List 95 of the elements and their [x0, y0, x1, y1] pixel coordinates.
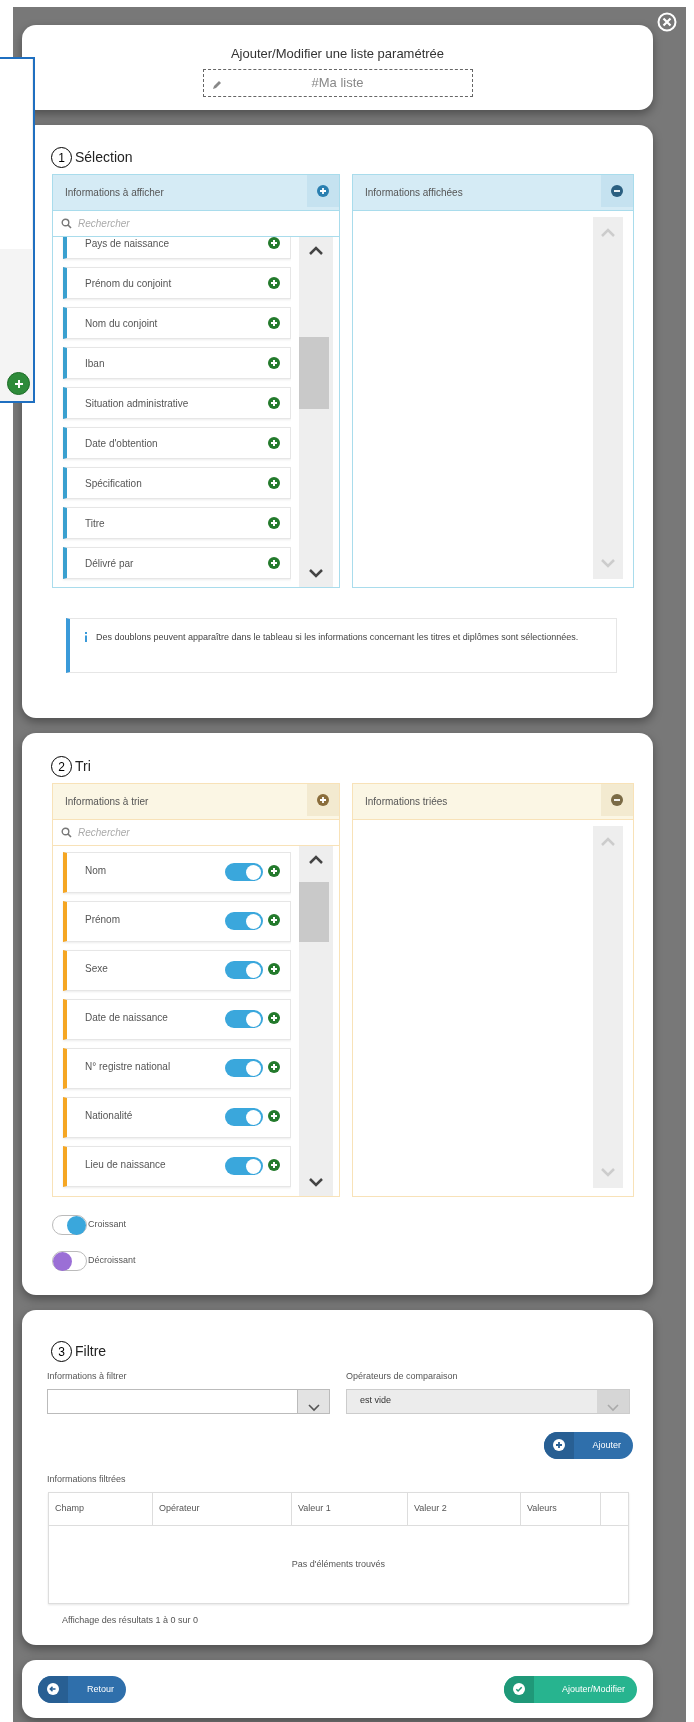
search-icon: [61, 827, 72, 838]
add-button[interactable]: Ajouter: [544, 1431, 633, 1459]
add-icon[interactable]: [268, 397, 280, 409]
list-item[interactable]: Date d'obtention: [63, 427, 291, 459]
remove-all-button[interactable]: [601, 784, 633, 816]
add-icon[interactable]: [268, 1061, 280, 1073]
add-icon[interactable]: [268, 357, 280, 369]
add-icon[interactable]: [268, 1159, 280, 1171]
info-icon: [84, 632, 88, 642]
search-field[interactable]: Rechercher: [78, 211, 338, 236]
chevron-up-icon[interactable]: [308, 245, 324, 257]
add-icon[interactable]: [268, 865, 280, 877]
add-icon[interactable]: [268, 1012, 280, 1024]
scrollbar-thumb[interactable]: [299, 337, 329, 409]
check-icon: [513, 1683, 525, 1695]
sort-toggle[interactable]: [225, 863, 263, 881]
close-icon[interactable]: [657, 12, 677, 32]
plus-icon: [317, 185, 329, 197]
add-all-button[interactable]: [307, 784, 339, 816]
sort-toggle[interactable]: [225, 1010, 263, 1028]
add-icon[interactable]: [268, 437, 280, 449]
list-item[interactable]: Prénom: [63, 901, 291, 942]
panel-title: Informations triées: [365, 795, 448, 809]
sort-toggle[interactable]: [225, 961, 263, 979]
list-item[interactable]: Titre: [63, 507, 291, 539]
column-header[interactable]: Opérateur: [153, 1493, 292, 1525]
search-icon: [61, 218, 72, 229]
search-field[interactable]: Rechercher: [78, 820, 338, 845]
select-field[interactable]: [47, 1388, 330, 1414]
back-button[interactable]: Retour: [38, 1675, 126, 1703]
plus-icon: [13, 378, 24, 389]
remove-all-button[interactable]: [601, 175, 633, 207]
add-icon[interactable]: [268, 517, 280, 529]
plus-icon: [553, 1439, 565, 1451]
minus-icon: [611, 185, 623, 197]
name-field[interactable]: #Ma liste: [202, 68, 473, 97]
chevron-up-icon[interactable]: [308, 854, 324, 866]
chevron-down-icon[interactable]: [308, 1176, 324, 1188]
list-item[interactable]: Sexe: [63, 950, 291, 991]
scrollbar[interactable]: [299, 846, 333, 1196]
chevron-down-icon[interactable]: [308, 567, 324, 579]
add-icon[interactable]: [268, 317, 280, 329]
pencil-icon: [211, 79, 222, 90]
info-text: Des doublons peuvent apparaître dans le tableau si les informations concernant les titres et diplômes sont sélectionnées.: [96, 631, 580, 644]
list-item[interactable]: Nationalité: [63, 1097, 291, 1138]
section-title: Tri: [75, 757, 91, 776]
sort-toggle[interactable]: [225, 912, 263, 930]
list-item[interactable]: Iban: [63, 347, 291, 379]
table-label: Informations filtrées: [47, 1472, 127, 1486]
order-toggle[interactable]: [52, 1251, 87, 1271]
add-icon[interactable]: [268, 914, 280, 926]
list-item[interactable]: Pays de naissance: [63, 237, 291, 259]
section-title: Sélection: [75, 148, 133, 167]
list-item[interactable]: Situation administrative: [63, 387, 291, 419]
list-item[interactable]: Délivré par: [63, 547, 291, 579]
chevron-down-icon: [307, 1403, 320, 1412]
list-item[interactable]: Nom: [63, 852, 291, 893]
sort-toggle[interactable]: [225, 1108, 263, 1126]
results-summary: Affichage des résultats 1 à 0 sur 0: [62, 1614, 199, 1627]
add-icon[interactable]: [268, 963, 280, 975]
add-icon[interactable]: [268, 277, 280, 289]
panel-title: Informations à trier: [65, 795, 149, 809]
panel-title: Informations affichées: [365, 186, 463, 200]
add-icon[interactable]: [268, 477, 280, 489]
add-all-button[interactable]: [307, 175, 339, 207]
order-toggle[interactable]: [52, 1215, 87, 1235]
plus-icon: [317, 794, 329, 806]
list-item[interactable]: Nom du conjoint: [63, 307, 291, 339]
field-label: Informations à filtrer: [47, 1370, 128, 1383]
column-header[interactable]: Valeurs: [521, 1493, 601, 1525]
column-header[interactable]: Valeur 2: [408, 1493, 521, 1525]
add-icon[interactable]: [268, 237, 280, 249]
column-header[interactable]: Valeur 1: [292, 1493, 408, 1525]
list-item[interactable]: Spécification: [63, 467, 291, 499]
sort-toggle[interactable]: [225, 1157, 263, 1175]
toggle-label: Croissant: [88, 1218, 126, 1232]
scrollbar-thumb[interactable]: [299, 882, 329, 942]
chevron-down-icon: [607, 1403, 619, 1412]
scrollbar[interactable]: [299, 237, 333, 587]
panel-title: Informations à afficher: [65, 186, 164, 200]
field-label: Opérateurs de comparaison: [346, 1370, 459, 1383]
arrow-left-icon: [47, 1683, 59, 1695]
add-icon[interactable]: [268, 1110, 280, 1122]
sort-toggle[interactable]: [225, 1059, 263, 1077]
column-header[interactable]: Champ: [49, 1493, 153, 1525]
list-item[interactable]: Lieu de naissance: [63, 1146, 291, 1187]
empty-message: Pas d'éléments trouvés: [291, 1557, 386, 1571]
list-item[interactable]: Date de naissance: [63, 999, 291, 1040]
dialog-title: Ajouter/Modifier une liste paramétrée: [230, 45, 445, 63]
add-icon[interactable]: [268, 557, 280, 569]
list-item[interactable]: Prénom du conjoint: [63, 267, 291, 299]
list-item[interactable]: N° registre national: [63, 1048, 291, 1089]
section-title: Filtre: [75, 1342, 107, 1361]
minus-icon: [611, 794, 623, 806]
toggle-label: Décroissant: [88, 1254, 136, 1268]
